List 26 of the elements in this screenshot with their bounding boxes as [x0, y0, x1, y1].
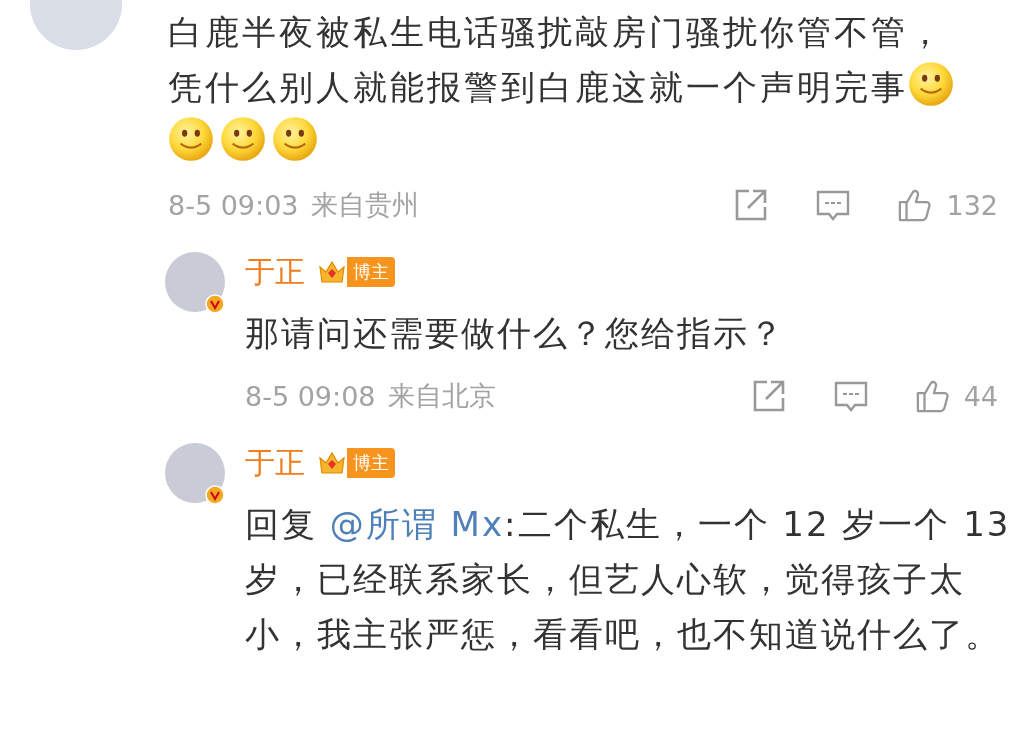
thumbs-up-icon[interactable]	[915, 379, 950, 413]
smiley-emoji-icon	[272, 116, 318, 162]
avatar-photo-placeholder[interactable]	[165, 252, 225, 312]
avatar-photo-placeholder[interactable]	[165, 443, 225, 503]
share-icon[interactable]	[734, 188, 769, 222]
like-count: 44	[963, 380, 998, 412]
comment-icon[interactable]	[833, 379, 868, 413]
user-mention-link[interactable]: @所谓 Mx	[329, 504, 505, 544]
comment-location: 来自贵州	[310, 188, 419, 222]
smiley-emoji-icon	[168, 116, 214, 162]
blogger-badge: 博主	[347, 257, 395, 287]
smiley-emoji-icon	[908, 61, 954, 107]
comment-location: 来自北京	[387, 379, 496, 413]
user-name[interactable]: 于正	[245, 442, 305, 484]
reply-text: 那请问还需要做什么？您给指示？	[245, 312, 786, 355]
blogger-badge: 博主	[347, 448, 395, 478]
user-name[interactable]: 于正	[245, 251, 305, 293]
comment-time: 8-5 09:08	[245, 380, 376, 412]
comment-text: 白鹿半夜被私生电话骚扰敲房门骚扰你管不管，凭什么别人就能报警到白鹿这就一个声明完事	[168, 0, 978, 170]
reply-text: 回复 @所谓 Mx:二个私生，一个 12 岁一个 13 岁，已经联系家长，但艺人心软，觉得孩子太小，我主张严惩，看看吧，也不知道说什么了。	[245, 503, 1012, 656]
thumbs-up-icon[interactable]	[898, 188, 933, 222]
comment-time: 8-5 09:03	[168, 189, 299, 221]
share-icon[interactable]	[751, 379, 786, 413]
comment-icon[interactable]	[816, 188, 851, 222]
like-count: 132	[946, 189, 998, 221]
smiley-emoji-icon	[220, 116, 266, 162]
